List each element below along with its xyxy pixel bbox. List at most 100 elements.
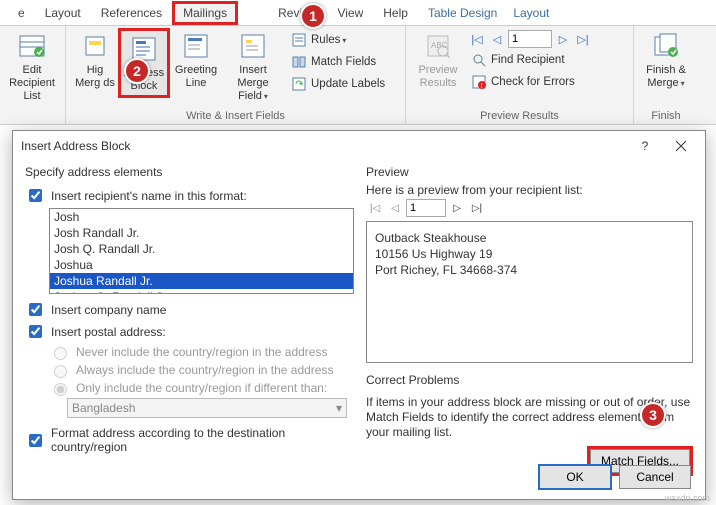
record-number-input[interactable] — [508, 30, 552, 48]
insert-merge-field-label: Insert Merge Field — [224, 64, 282, 103]
cancel-button[interactable]: Cancel — [619, 465, 691, 489]
highlight-icon — [79, 30, 111, 62]
preview-record-input[interactable] — [406, 199, 446, 217]
close-button[interactable] — [665, 134, 697, 158]
check-errors-icon: ! — [471, 74, 487, 90]
match-fields-ribbon-button[interactable]: Match Fields — [288, 52, 388, 72]
highlight-merge-fields-button[interactable]: Hig Merg ds — [72, 28, 118, 92]
rules-button[interactable]: Rules — [288, 30, 388, 50]
insert-postal-checkbox[interactable]: Insert postal address: — [25, 322, 354, 341]
list-item-selected[interactable]: Joshua Randall Jr. — [50, 273, 353, 289]
insert-postal-check-input[interactable] — [29, 325, 42, 338]
radio-only-input[interactable] — [54, 383, 67, 396]
insert-name-label: Insert recipient's name in this format: — [51, 189, 247, 203]
match-fields-ribbon-label: Match Fields — [311, 56, 376, 68]
tab-file-fragment[interactable]: e — [8, 2, 35, 24]
tab-mailings[interactable]: Mailings — [172, 1, 238, 25]
check-errors-button[interactable]: ! Check for Errors — [468, 72, 623, 92]
format-dest-label: Format address according to the destinat… — [51, 426, 354, 454]
country-value: Bangladesh — [72, 401, 135, 415]
radio-never-input[interactable] — [54, 347, 67, 360]
edit-recipient-list-button[interactable]: Edit Recipient List — [6, 28, 58, 105]
merge-field-icon — [237, 30, 269, 62]
greeting-icon — [180, 30, 212, 62]
update-labels-label: Update Labels — [311, 78, 385, 90]
tab-layout[interactable]: Layout — [35, 2, 91, 24]
highlight-merge-label: Hig Merg ds — [75, 64, 115, 90]
format-destination-checkbox[interactable]: Format address according to the destinat… — [25, 426, 354, 454]
find-recipient-button[interactable]: Find Recipient — [468, 50, 623, 70]
format-dest-check-input[interactable] — [29, 434, 42, 447]
name-format-listbox[interactable]: Josh Josh Randall Jr. Josh Q. Randall Jr… — [49, 208, 354, 294]
specify-address-column: Specify address elements Insert recipien… — [25, 161, 354, 476]
check-errors-label: Check for Errors — [491, 76, 575, 88]
first-record-button[interactable]: |◁ — [468, 30, 486, 48]
update-labels-button[interactable]: Update Labels — [288, 74, 388, 94]
finish-merge-icon — [650, 30, 682, 62]
dialog-titlebar: Insert Address Block ? — [13, 131, 705, 161]
step-badge-1: 1 — [300, 3, 326, 29]
preview-first-button[interactable]: |◁ — [366, 199, 384, 217]
ribbon-tabs: e Layout References Mailings Review View… — [0, 0, 716, 26]
rules-icon — [291, 32, 307, 48]
help-button[interactable]: ? — [629, 134, 661, 158]
country-select: Bangladesh ▾ — [67, 398, 347, 418]
greeting-line-label: Greeting Line — [175, 64, 217, 90]
tab-table-design[interactable]: Table Design — [418, 2, 507, 24]
ribbon-body: Edit Recipient List Hig Merg ds Address … — [0, 26, 716, 125]
preview-subheader: Here is a preview from your recipient li… — [366, 183, 693, 197]
group-label-write-insert: Write & Insert Fields — [72, 108, 399, 124]
chevron-down-icon: ▾ — [336, 401, 342, 415]
radio-never[interactable]: Never include the country/region in the … — [49, 344, 354, 360]
insert-name-checkbox[interactable]: Insert recipient's name in this format: — [25, 186, 354, 205]
preview-results-label: Preview Results — [418, 64, 457, 90]
next-record-button[interactable]: ▷ — [554, 30, 572, 48]
last-record-button[interactable]: ▷| — [574, 30, 592, 48]
find-icon — [471, 52, 487, 68]
insert-merge-field-button[interactable]: Insert Merge Field — [222, 28, 284, 105]
correct-header: Correct Problems — [366, 369, 693, 391]
finish-merge-label: Finish & Merge — [646, 64, 686, 90]
radio-only[interactable]: Only include the country/region if diffe… — [49, 380, 354, 396]
insert-name-check-input[interactable] — [29, 189, 42, 202]
preview-prev-button[interactable]: ◁ — [386, 199, 404, 217]
list-item[interactable]: Joshua Q. Randall Jr. — [50, 289, 353, 294]
group-label-preview: Preview Results — [412, 108, 627, 124]
ok-button[interactable]: OK — [539, 465, 611, 489]
specify-header: Specify address elements — [25, 161, 354, 183]
preview-last-button[interactable]: ▷| — [468, 199, 486, 217]
preview-line: 10156 Us Highway 19 — [375, 246, 684, 262]
preview-box: Outback Steakhouse 10156 Us Highway 19 P… — [366, 221, 693, 363]
preview-column: Preview Here is a preview from your reci… — [366, 161, 693, 476]
greeting-line-button[interactable]: Greeting Line — [170, 28, 222, 92]
insert-company-checkbox[interactable]: Insert company name — [25, 300, 354, 319]
close-icon — [675, 140, 687, 152]
list-item[interactable]: Josh — [50, 209, 353, 225]
preview-next-button[interactable]: ▷ — [448, 199, 466, 217]
radio-always[interactable]: Always include the country/region in the… — [49, 362, 354, 378]
radio-always-label: Always include the country/region in the… — [76, 363, 333, 377]
preview-results-button[interactable]: ABC Preview Results — [412, 28, 464, 92]
find-recipient-label: Find Recipient — [491, 54, 565, 66]
prev-record-button[interactable]: ◁ — [488, 30, 506, 48]
record-nav: |◁ ◁ ▷ ▷| — [468, 30, 623, 48]
watermark: wsxdn.com — [665, 493, 710, 503]
insert-company-label: Insert company name — [51, 303, 166, 317]
tab-view[interactable]: View — [327, 2, 373, 24]
dialog-footer: OK Cancel — [539, 465, 691, 489]
edit-recipient-list-label: Edit Recipient List — [8, 64, 56, 103]
list-item[interactable]: Josh Q. Randall Jr. — [50, 241, 353, 257]
preview-icon: ABC — [422, 30, 454, 62]
finish-merge-button[interactable]: Finish & Merge — [640, 28, 692, 92]
insert-postal-label: Insert postal address: — [51, 325, 166, 339]
insert-company-check-input[interactable] — [29, 303, 42, 316]
list-item[interactable]: Joshua — [50, 257, 353, 273]
recipient-list-icon — [16, 30, 48, 62]
tab-layout-contextual[interactable]: Layout — [507, 2, 559, 24]
preview-header: Preview — [366, 161, 693, 183]
list-item[interactable]: Josh Randall Jr. — [50, 225, 353, 241]
radio-always-input[interactable] — [54, 365, 67, 378]
tab-references[interactable]: References — [91, 2, 172, 24]
tab-help[interactable]: Help — [373, 2, 418, 24]
radio-never-label: Never include the country/region in the … — [76, 345, 327, 359]
